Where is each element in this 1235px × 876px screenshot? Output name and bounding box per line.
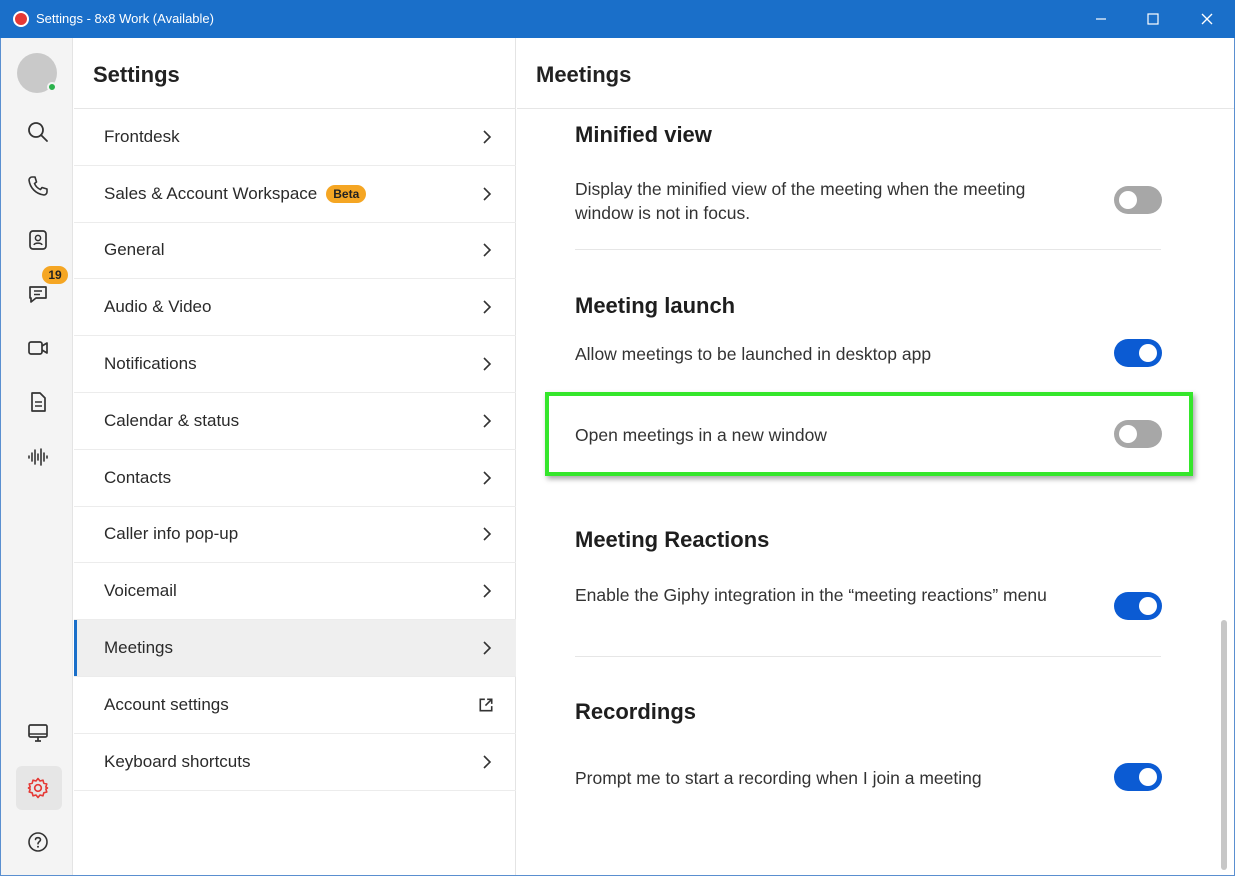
phone-icon[interactable] bbox=[23, 171, 53, 201]
giphy-integration-toggle[interactable] bbox=[1114, 592, 1162, 620]
chevron-right-icon bbox=[483, 755, 492, 769]
nav-item-frontdesk[interactable]: Frontdesk bbox=[74, 109, 516, 166]
maximize-icon bbox=[1147, 13, 1159, 25]
section-divider bbox=[575, 249, 1161, 250]
search-icon[interactable] bbox=[23, 117, 53, 147]
highlight-annotation bbox=[545, 392, 1193, 476]
document-icon[interactable] bbox=[23, 387, 53, 417]
minified-view-toggle[interactable] bbox=[1114, 186, 1162, 214]
chevron-right-icon bbox=[483, 414, 492, 428]
chevron-right-icon bbox=[483, 130, 492, 144]
nav-item-label: General bbox=[104, 240, 165, 260]
minimize-button[interactable] bbox=[1074, 0, 1128, 38]
minified-view-description: Display the minified view of the meeting… bbox=[575, 179, 1026, 223]
nav-item-caller-info-popup[interactable]: Caller info pop-up bbox=[74, 507, 516, 564]
beta-badge: Beta bbox=[326, 184, 367, 203]
nav-item-account-settings[interactable]: Account settings bbox=[74, 677, 516, 734]
recording-prompt-toggle[interactable] bbox=[1114, 763, 1162, 791]
nav-item-label: Calendar & status bbox=[104, 410, 240, 430]
settings-nav-header: Settings bbox=[74, 38, 516, 109]
nav-item-label: Contacts bbox=[104, 467, 172, 487]
nav-item-calendar-status[interactable]: Calendar & status bbox=[74, 393, 516, 450]
presence-status-dot bbox=[47, 82, 57, 92]
left-rail: 19 bbox=[1, 38, 73, 875]
desktop-launch-label: Allow meetings to be launched in desktop… bbox=[575, 344, 932, 364]
close-icon bbox=[1201, 13, 1213, 25]
nav-item-label: Notifications bbox=[104, 354, 197, 374]
nav-item-contacts[interactable]: Contacts bbox=[74, 450, 516, 507]
section-title-minified-view: Minified view bbox=[575, 122, 712, 147]
scrollbar[interactable] bbox=[1221, 620, 1227, 870]
nav-item-meetings[interactable]: Meetings bbox=[74, 620, 516, 677]
nav-item-label: Audio & Video bbox=[104, 297, 212, 317]
title-bar: Settings - 8x8 Work (Available) bbox=[0, 0, 1235, 38]
chevron-right-icon bbox=[483, 187, 492, 201]
section-divider bbox=[575, 656, 1161, 657]
toggle-knob bbox=[1139, 344, 1157, 362]
chat-unread-badge: 19 bbox=[42, 266, 68, 284]
voicemail-icon[interactable] bbox=[23, 442, 53, 472]
chevron-right-icon bbox=[483, 471, 492, 485]
nav-item-notifications[interactable]: Notifications bbox=[74, 336, 516, 393]
contacts-icon[interactable] bbox=[23, 225, 53, 255]
settings-title: Settings bbox=[93, 62, 180, 87]
nav-item-keyboard-shortcuts[interactable]: Keyboard shortcuts bbox=[74, 734, 516, 791]
section-title-meeting-launch: Meeting launch bbox=[575, 293, 736, 318]
nav-item-label: Caller info pop-up bbox=[104, 524, 239, 544]
nav-item-audio-video[interactable]: Audio & Video bbox=[74, 279, 516, 337]
help-icon[interactable] bbox=[23, 827, 53, 857]
video-icon[interactable] bbox=[23, 333, 53, 363]
nav-item-voicemail[interactable]: Voicemail bbox=[74, 563, 516, 621]
nav-item-sales-account-workspace[interactable]: Sales & Account Workspace Beta bbox=[74, 166, 516, 223]
settings-nav-panel: Settings Frontdesk Sales & Account Works… bbox=[74, 38, 516, 875]
meetings-settings-panel: Meetings Minified view Display the minif… bbox=[517, 38, 1234, 875]
nav-item-general[interactable]: General bbox=[74, 223, 516, 280]
chevron-right-icon bbox=[483, 527, 492, 542]
toggle-knob bbox=[1119, 191, 1137, 209]
maximize-button[interactable] bbox=[1126, 0, 1180, 38]
page-title: Meetings bbox=[536, 62, 632, 87]
settings-nav-list: Frontdesk Sales & Account Workspace Beta … bbox=[74, 109, 516, 791]
minimize-icon bbox=[1096, 18, 1106, 20]
chevron-right-icon bbox=[483, 641, 492, 655]
chevron-right-icon bbox=[483, 300, 492, 314]
external-link-icon bbox=[479, 698, 493, 712]
close-button[interactable] bbox=[1180, 0, 1234, 38]
nav-item-label: Account settings bbox=[104, 694, 229, 714]
section-title-meeting-reactions: Meeting Reactions bbox=[575, 527, 770, 552]
section-title-recordings: Recordings bbox=[575, 699, 697, 724]
nav-item-label: Meetings bbox=[104, 638, 173, 658]
window-title: Settings - 8x8 Work (Available) bbox=[36, 11, 214, 26]
chevron-right-icon bbox=[483, 584, 492, 598]
giphy-integration-label: Enable the Giphy integration in the “mee… bbox=[575, 585, 1047, 605]
nav-item-label: Sales & Account Workspace bbox=[104, 183, 318, 203]
nav-item-label: Keyboard shortcuts bbox=[104, 751, 251, 771]
app-logo-icon bbox=[13, 11, 29, 27]
toggle-knob bbox=[1139, 768, 1157, 786]
settings-icon[interactable] bbox=[23, 773, 53, 803]
desktop-launch-toggle[interactable] bbox=[1114, 339, 1162, 367]
toggle-knob bbox=[1139, 597, 1157, 615]
desktop-icon[interactable] bbox=[23, 718, 53, 748]
nav-item-label: Frontdesk bbox=[104, 126, 180, 146]
recording-prompt-label: Prompt me to start a recording when I jo… bbox=[575, 768, 982, 788]
nav-item-label: Voicemail bbox=[104, 581, 177, 601]
chevron-right-icon bbox=[483, 357, 492, 371]
chevron-right-icon bbox=[483, 243, 492, 258]
content-header: Meetings bbox=[517, 38, 1234, 109]
